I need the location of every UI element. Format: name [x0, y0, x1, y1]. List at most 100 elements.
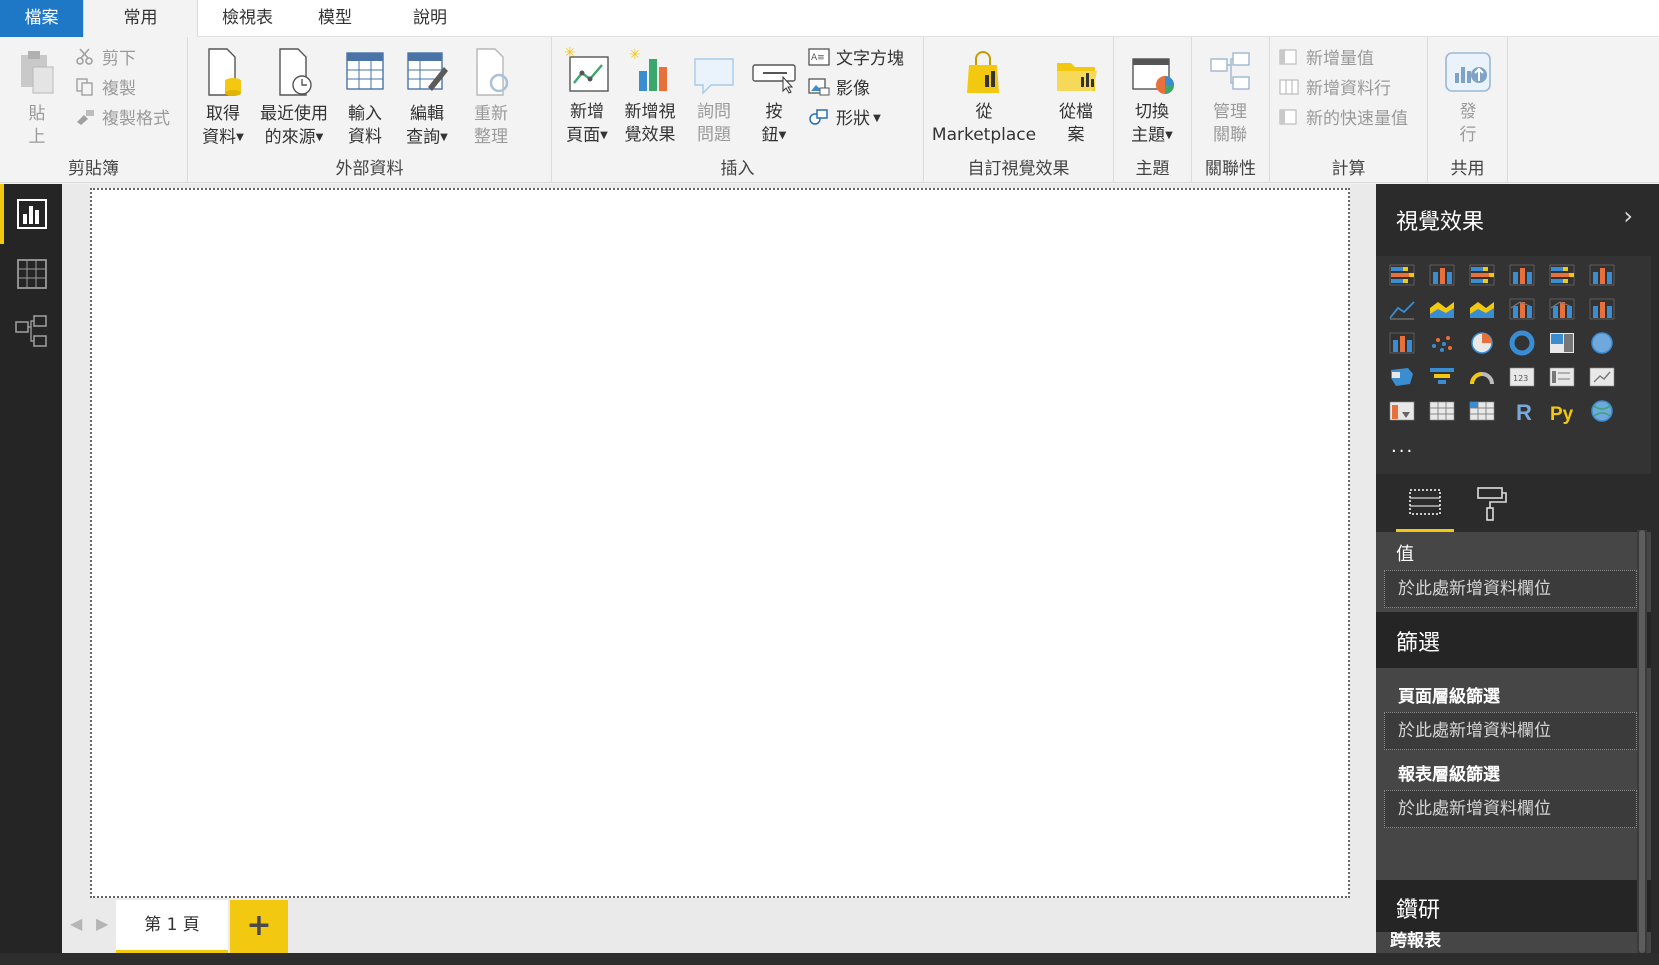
arcgis-icon[interactable] — [1591, 400, 1613, 422]
report-filters-dropzone[interactable]: 於此處新增資料欄位 — [1384, 790, 1637, 828]
pie-chart-icon[interactable] — [1471, 332, 1493, 354]
button-icon — [752, 64, 796, 94]
report-canvas[interactable] — [90, 188, 1350, 898]
add-page-button[interactable]: + — [230, 900, 288, 953]
collapse-pane-icon[interactable]: › — [1623, 202, 1633, 230]
text-box-label: 文字方塊 — [836, 49, 904, 69]
model-view-button[interactable] — [0, 304, 62, 364]
get-data-button[interactable]: 取得 資料▼ — [198, 47, 248, 150]
donut-icon[interactable] — [1509, 330, 1535, 356]
svg-text:Py: Py — [1550, 404, 1574, 425]
recent-sources-icon — [279, 48, 312, 96]
manage-relationships-label-1: 管理 — [1213, 102, 1247, 122]
line-column-icon[interactable] — [1509, 298, 1535, 320]
tab-help[interactable]: 說明 — [400, 0, 460, 37]
page-tabs-bar: ◀ ▶ 第 1 頁 + — [62, 900, 1376, 953]
paste-label-1: 貼 — [28, 104, 46, 124]
r-visual-icon[interactable]: R — [1516, 400, 1532, 425]
copy-button[interactable]: 複製 — [74, 75, 136, 103]
group-external-data: 取得 資料▼ 最近使用 的來源▼ 輸入 資料 編輯 查詢▼ 重新 整理 外部資料 — [188, 37, 552, 183]
table-visual-icon[interactable] — [1429, 401, 1455, 421]
new-column-label: 新增資料行 — [1306, 79, 1391, 99]
ask-question-button[interactable]: 詢問 問題 — [686, 45, 742, 147]
clustered-column-icon[interactable] — [1509, 264, 1535, 286]
clustered-bar-icon[interactable] — [1469, 264, 1495, 286]
card-icon[interactable]: 123 — [1509, 367, 1535, 387]
refresh-button[interactable]: 重新 整理 — [466, 47, 516, 149]
100-column-icon[interactable] — [1589, 264, 1615, 286]
treemap-icon[interactable] — [1550, 333, 1574, 353]
data-view-button[interactable] — [0, 244, 62, 304]
fields-well-tab[interactable] — [1396, 474, 1454, 532]
map-icon[interactable] — [1591, 332, 1613, 354]
tab-file[interactable]: 檔案 — [0, 0, 83, 37]
waterfall-icon[interactable] — [1389, 332, 1415, 354]
line-chart-icon[interactable] — [1389, 301, 1415, 320]
filters-header: 篩選 — [1376, 612, 1651, 668]
edit-queries-label-1: 編輯 — [410, 104, 444, 124]
multirow-card-icon[interactable] — [1549, 367, 1575, 387]
page-tab-1[interactable]: 第 1 頁 — [116, 900, 228, 953]
next-page-icon[interactable]: ▶ — [96, 914, 108, 933]
enter-data-button[interactable]: 輸入 資料 — [340, 47, 390, 149]
line-clustered-icon[interactable] — [1549, 298, 1575, 320]
more-visuals-button[interactable]: ... — [1391, 436, 1414, 457]
new-measure-button[interactable]: 新增量值 — [1278, 45, 1374, 73]
area-chart-icon[interactable] — [1430, 302, 1454, 318]
stacked-column-icon[interactable] — [1429, 264, 1455, 286]
new-measure-label: 新增量值 — [1306, 49, 1374, 69]
text-box-button[interactable]: A≡ 文字方塊 — [808, 45, 904, 73]
stacked-bar-icon[interactable] — [1389, 264, 1415, 286]
prev-page-icon[interactable]: ◀ — [70, 914, 82, 933]
recent-sources-label-1: 最近使用 — [260, 104, 328, 124]
gauge-icon[interactable] — [1470, 372, 1494, 385]
buttons-button[interactable]: 按 鈕▼ — [748, 45, 800, 148]
tab-home[interactable]: 常用 — [83, 0, 198, 38]
report-view-button[interactable] — [0, 184, 62, 244]
tab-view[interactable]: 檢視表 — [205, 0, 290, 37]
model-icon — [15, 315, 47, 347]
python-visual-icon[interactable]: Py — [1550, 404, 1574, 425]
pane-scrollbar[interactable] — [1637, 530, 1647, 953]
new-visual-label-1: 新增視 — [624, 102, 676, 122]
new-visual-button[interactable]: ✳ 新增視 覺效果 — [618, 45, 682, 147]
scissors-icon — [76, 48, 93, 65]
recent-sources-label-2: 的來源 — [264, 127, 316, 148]
funnel-icon[interactable] — [1430, 368, 1454, 384]
quick-measure-button[interactable]: 新的快速量值 — [1278, 105, 1408, 133]
switch-theme-button[interactable]: 切換 主題▼ — [1122, 45, 1182, 148]
filled-map-icon[interactable] — [1391, 368, 1413, 386]
format-painter-button[interactable]: 複製格式 — [74, 105, 170, 133]
new-visual-icon: ✳ — [629, 47, 667, 91]
from-marketplace-button[interactable]: 從 Marketplace — [930, 45, 1038, 147]
cut-button[interactable]: 剪下 — [74, 45, 136, 73]
100-bar-icon[interactable] — [1549, 264, 1575, 286]
manage-relationships-button[interactable]: 管理 關聯 — [1200, 45, 1260, 147]
matrix-icon[interactable] — [1469, 401, 1495, 421]
view-switcher — [0, 184, 62, 965]
paste-button[interactable]: 貼 上 — [14, 47, 60, 149]
shapes-label: 形狀 — [836, 109, 870, 129]
pane-scrollbar-thumb[interactable] — [1639, 530, 1645, 953]
status-bar — [0, 953, 1659, 965]
ribbon-chart-icon[interactable] — [1589, 298, 1615, 320]
new-page-button[interactable]: ✳ 新增 頁面▼ — [562, 45, 612, 148]
kpi-icon[interactable] — [1589, 367, 1615, 387]
scatter-icon[interactable] — [1432, 336, 1452, 352]
recent-sources-button[interactable]: 最近使用 的來源▼ — [256, 47, 332, 150]
new-column-button[interactable]: 新增資料行 — [1278, 75, 1391, 103]
slicer-icon[interactable] — [1389, 401, 1415, 421]
stacked-area-icon[interactable] — [1470, 302, 1494, 318]
page-filters-dropzone[interactable]: 於此處新增資料欄位 — [1384, 712, 1637, 750]
from-file-button[interactable]: 從檔 案 — [1048, 45, 1104, 147]
edit-queries-button[interactable]: 編輯 查詢▼ — [400, 47, 454, 150]
shapes-button[interactable]: 形狀 ▼ — [808, 105, 881, 133]
publish-button[interactable]: 發 行 — [1438, 45, 1498, 147]
values-dropzone[interactable]: 於此處新增資料欄位 — [1384, 570, 1637, 608]
format-tab[interactable] — [1460, 474, 1518, 532]
image-button[interactable]: 影像 — [808, 75, 870, 103]
tab-model[interactable]: 模型 — [295, 0, 375, 37]
format-painter-label: 複製格式 — [102, 109, 170, 129]
refresh-icon — [476, 48, 509, 96]
values-label: 值 — [1396, 544, 1414, 565]
